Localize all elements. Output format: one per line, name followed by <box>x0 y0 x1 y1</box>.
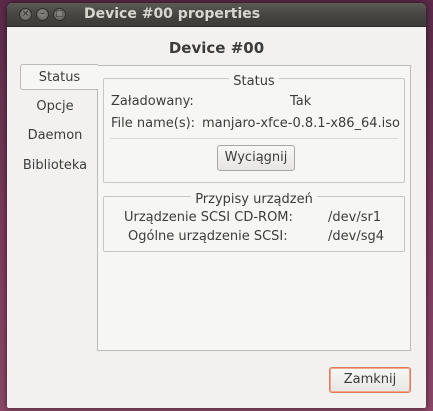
scsi-generic-label: Ogólne urządzenie SCSI: <box>128 229 288 244</box>
loaded-value: Tak <box>290 94 312 109</box>
device-heading: Device #00 <box>168 39 265 57</box>
tab-daemon[interactable]: Daemon <box>19 123 91 149</box>
close-button[interactable]: Zamknij <box>329 367 411 393</box>
filename-label: File name(s): <box>111 116 196 131</box>
loaded-label: Załadowany: <box>111 94 194 109</box>
status-separator <box>110 138 398 139</box>
scsi-cdrom-value: /dev/sr1 <box>328 210 382 225</box>
properties-dialog: × – □ Device #00 properties Device #00 S… <box>7 3 426 408</box>
dialog-content: Device #00 Status Opcje Daemon Bibliotek… <box>7 27 426 408</box>
minimize-window-icon[interactable]: – <box>36 8 49 21</box>
scsi-cdrom-label: Urządzenie SCSI CD-ROM: <box>124 210 293 225</box>
status-frame-title: Status <box>229 74 279 89</box>
maximize-window-icon[interactable]: □ <box>53 8 66 21</box>
status-frame: Status Załadowany: Tak File name(s): man… <box>103 74 405 183</box>
tab-biblioteka[interactable]: Biblioteka <box>19 153 91 179</box>
window-title: Device #00 properties <box>84 6 261 22</box>
tab-panel-status: Status Załadowany: Tak File name(s): man… <box>97 65 411 351</box>
close-window-icon[interactable]: × <box>19 8 32 21</box>
filename-value: manjaro-xfce-0.8.1-x86_64.iso <box>202 116 401 131</box>
scsi-generic-value: /dev/sg4 <box>328 229 384 244</box>
tab-opcje[interactable]: Opcje <box>19 94 91 120</box>
tab-status[interactable]: Status <box>20 64 98 90</box>
eject-button[interactable]: Wyciągnij <box>217 145 295 171</box>
title-bar[interactable]: × – □ Device #00 properties <box>7 3 426 27</box>
device-nodes-frame-title: Przypisy urządzeń <box>191 192 317 207</box>
device-nodes-frame: Przypisy urządzeń Urządzenie SCSI CD-ROM… <box>103 192 405 252</box>
